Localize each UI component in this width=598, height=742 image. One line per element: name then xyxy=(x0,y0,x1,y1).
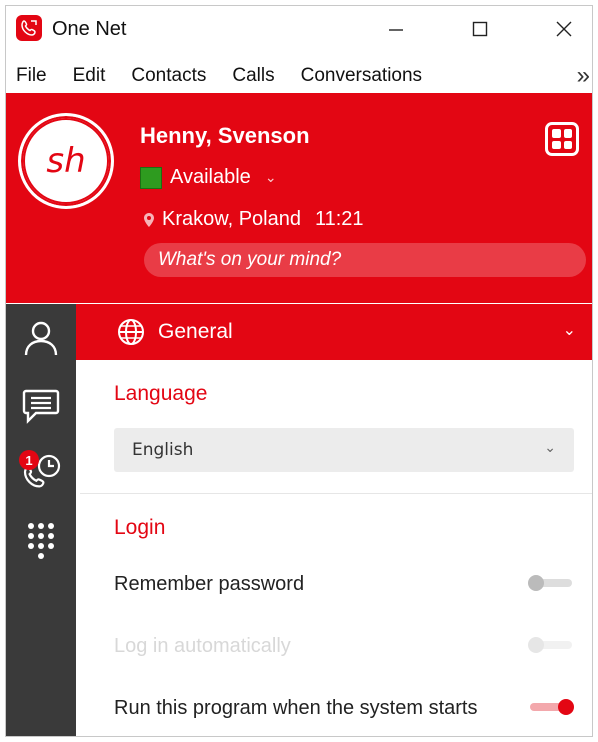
location-pin-icon xyxy=(144,212,154,227)
avatar[interactable]: sh xyxy=(18,113,114,209)
presence-status-icon xyxy=(140,166,162,189)
language-label: Language xyxy=(114,382,208,405)
login-label: Login xyxy=(114,516,166,539)
menu-file[interactable]: File xyxy=(16,65,47,87)
section-title: General xyxy=(158,320,233,343)
presence-label: Available xyxy=(170,166,251,188)
menu-edit[interactable]: Edit xyxy=(73,65,106,87)
menu-calls[interactable]: Calls xyxy=(232,65,274,87)
language-select[interactable]: English ⌄ xyxy=(114,428,574,472)
title-bar: One Net xyxy=(6,6,592,52)
close-icon xyxy=(556,21,572,37)
log-in-automatically-toggle[interactable] xyxy=(526,635,574,655)
remember-password-label: Remember password xyxy=(114,573,305,595)
menu-contacts[interactable]: Contacts xyxy=(131,65,206,87)
window-title: One Net xyxy=(52,18,127,40)
chevron-down-icon: ⌄ xyxy=(544,440,556,456)
chevron-down-icon: ⌄ xyxy=(562,322,576,339)
menu-conversations[interactable]: Conversations xyxy=(301,65,422,87)
dialpad-icon[interactable] xyxy=(17,518,65,566)
missed-calls-badge: 1 xyxy=(19,450,39,470)
conversations-icon[interactable] xyxy=(17,382,65,430)
presence-selector[interactable]: Available ⌄ xyxy=(140,166,277,189)
divider xyxy=(80,493,592,494)
location: Krakow, Poland 11:21 xyxy=(144,208,364,231)
apps-grid-icon[interactable] xyxy=(545,122,579,156)
profile-header: sh Henny, Svenson Available ⌄ Krakow, Po… xyxy=(6,93,592,303)
minimize-button[interactable] xyxy=(368,6,424,52)
contacts-icon[interactable] xyxy=(17,314,65,362)
run-on-startup-label: Run this program when the system starts xyxy=(114,697,478,719)
status-message-input[interactable]: What's on your mind? xyxy=(144,243,586,277)
globe-icon xyxy=(118,319,144,345)
app-window: One Net File Edit Contacts Calls Convers… xyxy=(5,5,593,737)
language-value: English xyxy=(132,440,194,460)
avatar-initials: sh xyxy=(23,118,109,204)
remember-password-toggle[interactable] xyxy=(526,573,574,593)
user-name: Henny, Svenson xyxy=(140,123,310,148)
local-time: 11:21 xyxy=(314,208,364,230)
close-button[interactable] xyxy=(536,6,592,52)
app-logo-icon xyxy=(16,15,42,41)
menu-overflow-icon[interactable]: » xyxy=(577,62,590,90)
maximize-button[interactable] xyxy=(452,6,508,52)
sidebar: 1 xyxy=(6,304,76,736)
chevron-down-icon: ⌄ xyxy=(264,169,277,185)
call-history-icon[interactable]: 1 xyxy=(17,450,65,498)
location-text: Krakow, Poland xyxy=(162,208,301,230)
section-general-header[interactable]: General ⌄ xyxy=(76,304,592,360)
run-on-startup-toggle[interactable] xyxy=(526,697,574,717)
log-in-automatically-label: Log in automatically xyxy=(114,635,291,657)
menu-bar: File Edit Contacts Calls Conversations » xyxy=(6,58,592,94)
